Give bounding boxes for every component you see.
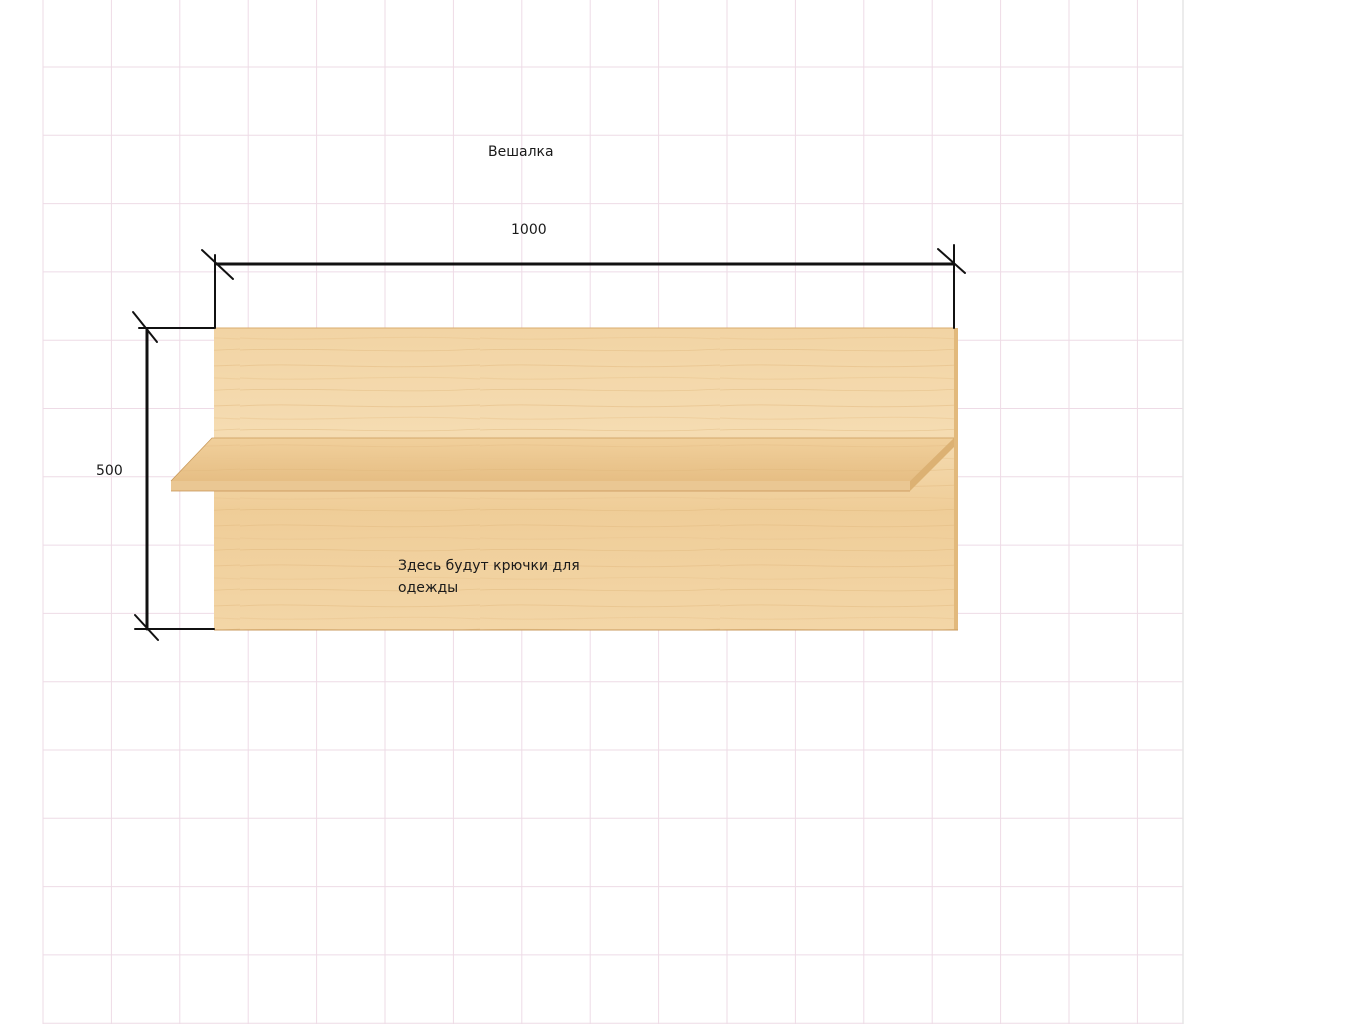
hooks-note: Здесь будут крючки для одежды bbox=[398, 558, 580, 596]
drawing-title: Вешалка bbox=[488, 144, 554, 160]
height-dimension-label: 500 bbox=[96, 463, 123, 479]
width-dimension-label: 1000 bbox=[511, 222, 547, 238]
drawing-canvas: Вешалка 1000 500 Здесь будут крючки для … bbox=[0, 0, 1365, 1024]
sketch-svg bbox=[42, 0, 1184, 1024]
shelf bbox=[170, 437, 954, 492]
